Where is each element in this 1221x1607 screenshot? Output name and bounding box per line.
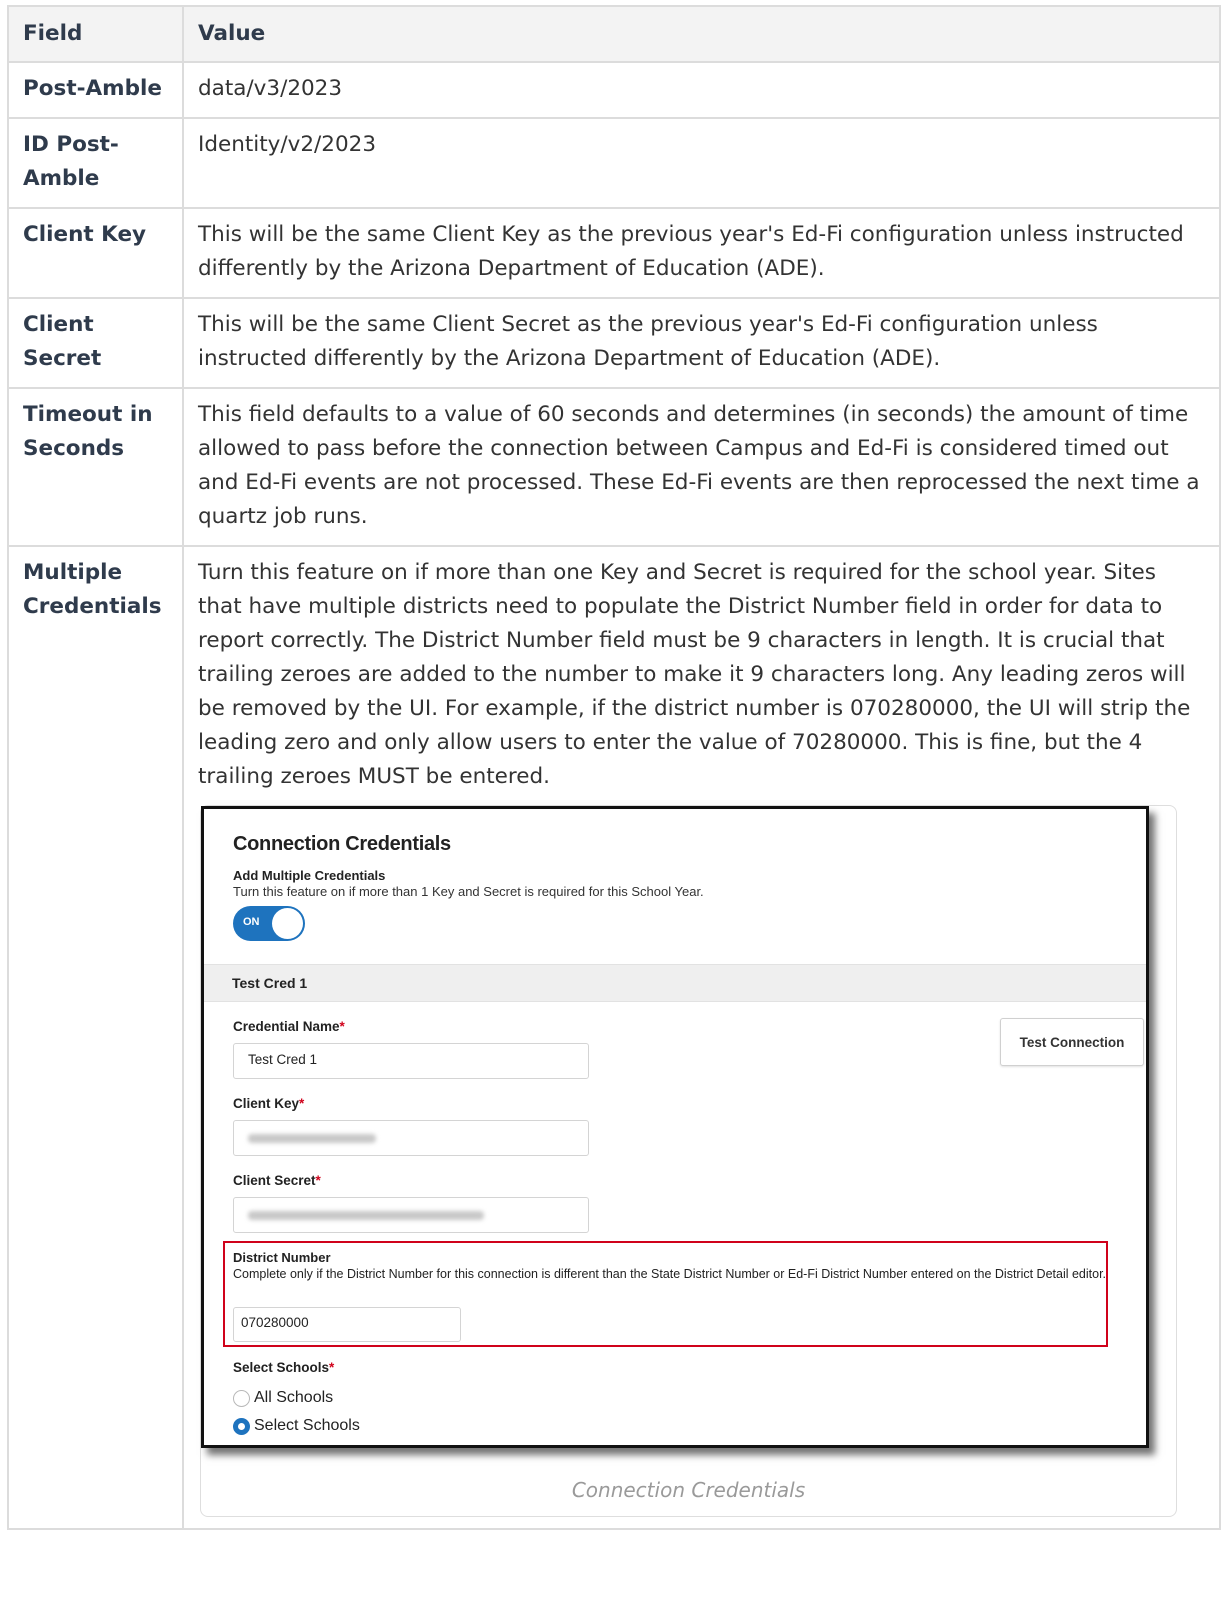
client-secret-label-text: Client Secret xyxy=(233,1173,316,1188)
required-marker: * xyxy=(299,1096,305,1111)
table-row: Timeout in Seconds This field defaults t… xyxy=(7,387,1221,547)
toggle-state-label: ON xyxy=(243,916,260,928)
client-secret-label: Client Secret* xyxy=(233,1173,321,1188)
header-value: Value xyxy=(182,5,1221,63)
table-header-row: Field Value xyxy=(7,5,1221,63)
radio-select-schools[interactable]: Select Schools xyxy=(233,1417,360,1435)
select-schools-label-text: Select Schools xyxy=(233,1360,330,1375)
toggle-heading: Add Multiple Credentials xyxy=(233,868,386,883)
test-connection-button[interactable]: Test Connection xyxy=(1000,1018,1144,1066)
client-key-label: Client Key* xyxy=(233,1096,304,1111)
select-schools-label: Select Schools* xyxy=(233,1360,334,1375)
toggle-description: Turn this feature on if more than 1 Key … xyxy=(233,884,704,899)
required-marker: * xyxy=(329,1360,335,1375)
table-row: Multiple Credentials Turn this feature o… xyxy=(7,545,1221,1530)
district-number-input[interactable]: 070280000 xyxy=(233,1307,461,1342)
field-value: This will be the same Client Secret as t… xyxy=(182,297,1221,389)
required-marker: * xyxy=(339,1019,345,1034)
field-name: Post-Amble xyxy=(7,61,184,119)
table-row: Client Key This will be the same Client … xyxy=(7,207,1221,299)
radio-all-schools-label: All Schools xyxy=(254,1389,334,1406)
screenshot-title: Connection Credentials xyxy=(233,833,451,855)
radio-select-schools-label: Select Schools xyxy=(254,1417,360,1434)
client-key-input[interactable] xyxy=(233,1120,589,1156)
radio-selected-icon[interactable] xyxy=(233,1417,250,1435)
figure-caption: Connection Credentials xyxy=(571,1478,806,1502)
header-field: Field xyxy=(7,5,184,63)
toggle-knob xyxy=(272,908,303,939)
multiple-credentials-toggle[interactable]: ON xyxy=(233,906,305,941)
field-value: data/v3/2023 xyxy=(182,61,1221,119)
field-name: Client Key xyxy=(7,207,184,299)
client-secret-input[interactable] xyxy=(233,1197,589,1233)
field-value: Identity/v2/2023 xyxy=(182,117,1221,209)
credential-section-header xyxy=(204,964,1146,1002)
field-name: ID Post-Amble xyxy=(7,117,184,209)
client-key-label-text: Client Key xyxy=(233,1096,300,1111)
field-value: This field defaults to a value of 60 sec… xyxy=(182,387,1221,547)
required-marker: * xyxy=(315,1173,321,1188)
credential-name-label: Credential Name* xyxy=(233,1019,345,1034)
district-number-help: Complete only if the District Number for… xyxy=(233,1267,1107,1281)
credential-section-label: Test Cred 1 xyxy=(232,975,308,991)
connection-credentials-screenshot: Connection Credentials Add Multiple Cred… xyxy=(201,806,1149,1448)
field-value-table: Field Value Post-Amble data/v3/2023 ID P… xyxy=(7,5,1221,1530)
field-name: Multiple Credentials xyxy=(7,545,184,1530)
radio-unselected-icon[interactable] xyxy=(233,1389,250,1407)
field-name: Client Secret xyxy=(7,297,184,389)
table-row: Client Secret This will be the same Clie… xyxy=(7,297,1221,389)
credential-name-input[interactable]: Test Cred 1 xyxy=(233,1043,589,1079)
credential-name-label-text: Credential Name xyxy=(233,1019,340,1034)
district-number-label: District Number xyxy=(233,1250,331,1265)
blurred-value xyxy=(248,1211,484,1220)
radio-all-schools[interactable]: All Schools xyxy=(233,1389,333,1407)
table-row: Post-Amble data/v3/2023 xyxy=(7,61,1221,119)
field-value: Turn this feature on if more than one Ke… xyxy=(182,545,1221,1530)
field-name: Timeout in Seconds xyxy=(7,387,184,547)
field-value: This will be the same Client Key as the … xyxy=(182,207,1221,299)
table-row: ID Post-Amble Identity/v2/2023 xyxy=(7,117,1221,209)
figure: Connection Credentials Add Multiple Cred… xyxy=(200,805,1177,1517)
blurred-value xyxy=(248,1134,376,1143)
field-value-text: Turn this feature on if more than one Ke… xyxy=(198,560,1191,789)
